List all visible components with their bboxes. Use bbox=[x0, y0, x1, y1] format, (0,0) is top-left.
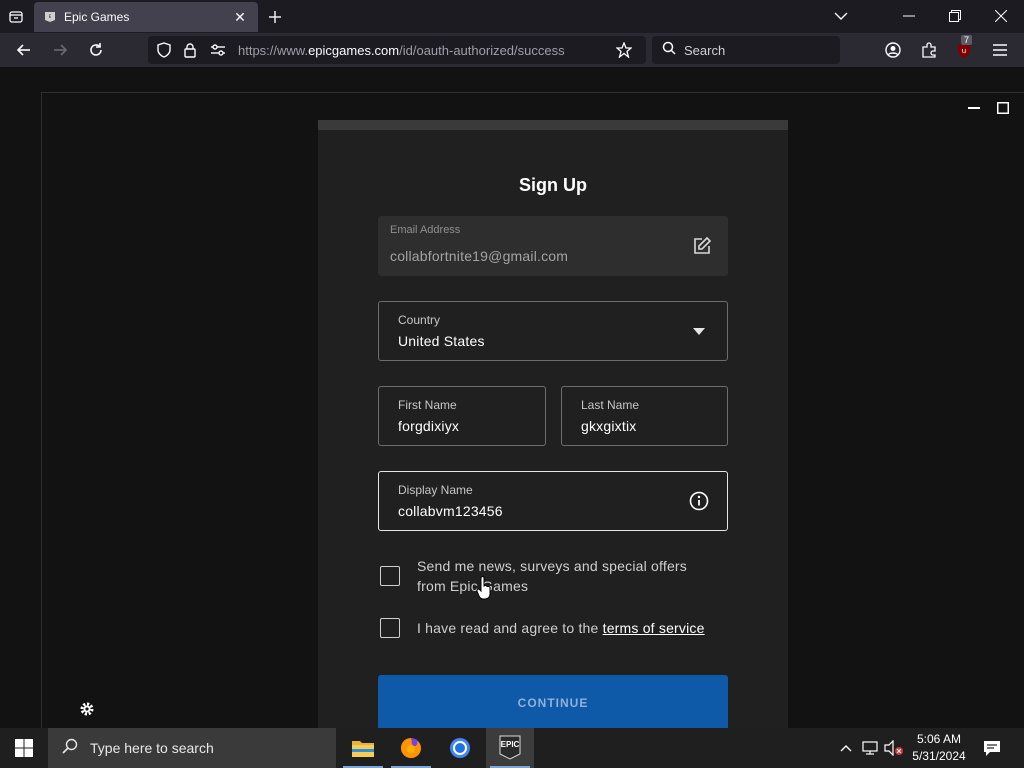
url-bar[interactable]: https://www.epicgames.com/id/oauth-autho… bbox=[148, 36, 646, 64]
close-tab-icon[interactable]: ✕ bbox=[232, 9, 248, 25]
card-top-bar bbox=[318, 120, 788, 130]
first-name-field[interactable]: First Name forgdixiyx bbox=[378, 386, 546, 446]
tab-list-icon[interactable] bbox=[6, 7, 26, 27]
notifications-icon[interactable] bbox=[982, 738, 1002, 758]
page-title: Sign Up bbox=[519, 175, 587, 195]
news-checkbox[interactable] bbox=[380, 566, 400, 586]
search-placeholder: Search bbox=[684, 42, 726, 58]
firefox-icon[interactable] bbox=[387, 728, 435, 768]
browser-tabstrip: E Epic Games ✕ bbox=[0, 0, 1024, 33]
taskbar-search-placeholder: Type here to search bbox=[90, 740, 214, 756]
last-name-field[interactable]: Last Name gkxgixtix bbox=[561, 386, 728, 446]
tab-title: Epic Games bbox=[64, 10, 130, 24]
settings-gear-icon[interactable] bbox=[79, 701, 95, 717]
tos-prefix: I have read and agree to the bbox=[417, 620, 603, 636]
clock-time: 5:06 AM bbox=[916, 732, 962, 746]
permissions-icon[interactable] bbox=[210, 43, 226, 62]
chevron-down-icon bbox=[693, 328, 705, 335]
reload-icon[interactable] bbox=[83, 38, 109, 62]
display-name-label: Display Name bbox=[398, 483, 473, 497]
volume-muted-icon[interactable] bbox=[884, 738, 904, 758]
forward-icon[interactable] bbox=[47, 38, 73, 62]
display-name-field[interactable]: Display Name collabvm123456 bbox=[378, 471, 728, 531]
svg-text:u: u bbox=[962, 47, 966, 55]
tab-epic-games[interactable]: E Epic Games ✕ bbox=[34, 2, 258, 32]
minimize-frame-icon[interactable] bbox=[966, 100, 982, 116]
extension-badge: 7 bbox=[961, 35, 973, 45]
country-value: United States bbox=[398, 333, 485, 349]
lock-icon[interactable] bbox=[183, 42, 197, 63]
menu-hamburger-icon[interactable] bbox=[987, 38, 1013, 62]
url-domain: epicgames.com bbox=[308, 43, 400, 58]
news-checkbox-label: Send me news, surveys and special offers… bbox=[417, 556, 687, 596]
country-select[interactable]: Country United States bbox=[378, 301, 728, 361]
url-path: /id/oauth-authorized/success bbox=[399, 43, 565, 58]
clock-date: 5/31/2024 bbox=[912, 749, 966, 763]
maximize-frame-icon[interactable] bbox=[995, 100, 1011, 116]
account-icon[interactable] bbox=[880, 38, 906, 62]
hand-cursor-icon bbox=[476, 576, 492, 600]
bookmark-star-icon[interactable] bbox=[615, 41, 633, 63]
minimize-window-icon[interactable] bbox=[886, 0, 932, 32]
restore-window-icon[interactable] bbox=[932, 0, 978, 32]
tos-checkbox[interactable] bbox=[380, 618, 400, 638]
page-content: Sign Up Email Address collabfortnite19@g… bbox=[0, 67, 1024, 732]
first-name-label: First Name bbox=[398, 398, 457, 412]
chevron-up-icon[interactable] bbox=[836, 738, 856, 758]
continue-button[interactable]: CONTINUE bbox=[378, 675, 728, 730]
close-window-icon[interactable] bbox=[978, 0, 1024, 32]
file-explorer-icon[interactable] bbox=[339, 728, 387, 768]
taskbar-search[interactable]: Type here to search bbox=[48, 728, 336, 768]
search-icon bbox=[662, 41, 676, 60]
epic-icon-label: EPIC bbox=[500, 740, 520, 749]
search-icon bbox=[62, 738, 78, 759]
ublock-icon[interactable]: u 7 bbox=[951, 35, 977, 62]
shield-icon[interactable] bbox=[156, 42, 172, 63]
search-bar[interactable]: Search bbox=[652, 36, 840, 64]
email-label: Email Address bbox=[390, 224, 461, 236]
back-icon[interactable] bbox=[11, 38, 37, 62]
email-field[interactable]: Email Address collabfortnite19@gmail.com bbox=[378, 216, 728, 276]
country-label: Country bbox=[398, 313, 441, 327]
system-clock[interactable]: 5:06 AM 5/31/2024 bbox=[906, 731, 972, 765]
network-icon[interactable] bbox=[860, 738, 880, 758]
signup-card: Sign Up Email Address collabfortnite19@g… bbox=[318, 120, 788, 730]
epic-games-launcher-icon[interactable]: EPIC bbox=[486, 728, 534, 768]
news-label-line2: from Epic Games bbox=[417, 578, 529, 594]
edit-icon[interactable] bbox=[692, 236, 712, 256]
info-icon[interactable] bbox=[689, 491, 709, 511]
epic-favicon-icon: E bbox=[44, 11, 56, 23]
url-prefix: https://www. bbox=[238, 43, 309, 58]
display-name-value: collabvm123456 bbox=[398, 503, 503, 519]
news-label-line1: Send me news, surveys and special offers bbox=[417, 558, 687, 574]
windows-start-icon[interactable] bbox=[0, 728, 48, 768]
email-value: collabfortnite19@gmail.com bbox=[390, 248, 569, 264]
list-all-tabs-icon[interactable] bbox=[818, 0, 864, 32]
last-name-value: gkxgixtix bbox=[581, 418, 637, 434]
url-text[interactable]: https://www.epicgames.com/id/oauth-autho… bbox=[238, 43, 565, 58]
terms-of-service-link[interactable]: terms of service bbox=[603, 620, 705, 636]
first-name-value: forgdixiyx bbox=[398, 418, 460, 434]
windows-taskbar: Type here to search EPIC 5:06 AM 5/31/20… bbox=[0, 728, 1024, 768]
extensions-icon[interactable] bbox=[916, 38, 942, 62]
new-tab-icon[interactable] bbox=[264, 6, 286, 28]
last-name-label: Last Name bbox=[581, 398, 640, 412]
tos-checkbox-label: I have read and agree to the terms of se… bbox=[417, 618, 705, 638]
chrome-icon[interactable] bbox=[436, 728, 484, 768]
browser-navbar: https://www.epicgames.com/id/oauth-autho… bbox=[0, 33, 1024, 67]
